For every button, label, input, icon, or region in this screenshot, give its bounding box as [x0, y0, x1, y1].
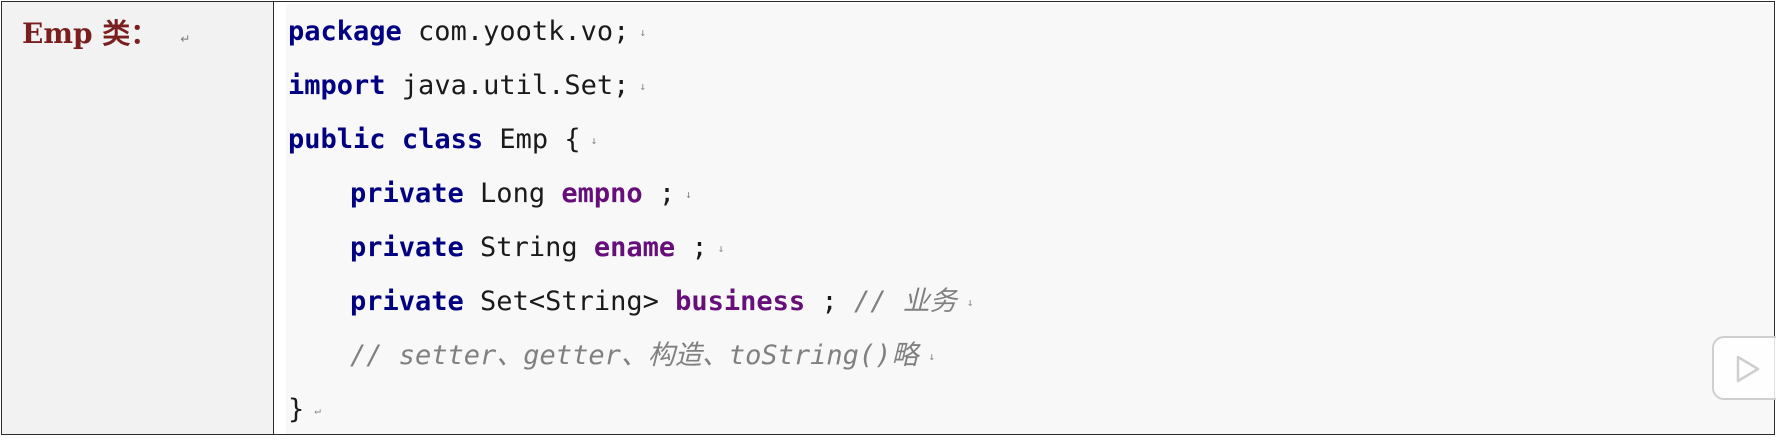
play-icon [1736, 355, 1760, 383]
keyword: private [350, 232, 464, 263]
line-mark: ↓ [966, 295, 974, 309]
keyword: private [350, 286, 464, 317]
type-text: String [463, 232, 594, 263]
code-text: java.util.Set; [385, 70, 630, 101]
field-name: ename [593, 232, 676, 263]
code-comment: // setter、getter、构造、toString()略 [350, 340, 919, 371]
line-mark: ↓ [928, 349, 936, 363]
code-comment: // 业务 [853, 286, 957, 317]
code-text: ; [642, 178, 676, 209]
line-mark: ↵ [314, 403, 321, 417]
code-text: com.yootk.vo; [401, 16, 630, 47]
code-line-import: import java.util.Set; ↓ [288, 62, 1774, 116]
code-cell: package com.yootk.vo; ↓ import java.util.… [274, 2, 1774, 434]
code-line-field-empno: private Long empno ; ↓ [288, 170, 1774, 224]
line-mark: ↓ [717, 241, 725, 255]
line-mark: ↓ [639, 25, 646, 39]
code-text: ; [675, 232, 708, 263]
line-mark: ↓ [590, 133, 598, 147]
line-mark: ↓ [639, 79, 647, 93]
code-line-comment: // setter、getter、构造、toString()略 ↓ [288, 332, 1774, 386]
type-text: Long [463, 178, 562, 209]
play-button[interactable] [1712, 336, 1776, 400]
keyword: public [288, 124, 386, 155]
code-line-field-ename: private String ename ; ↓ [288, 224, 1774, 278]
field-name: business [675, 286, 806, 317]
field-name: empno [561, 178, 643, 209]
code-line-package: package com.yootk.vo; ↓ [288, 8, 1774, 62]
label-cell: Emp 类： ↵ [2, 2, 274, 434]
code-text: Emp { [483, 124, 581, 155]
keyword: package [288, 16, 402, 47]
type-text: Set<String> [463, 286, 676, 317]
code-text: ; [805, 286, 854, 317]
keyword: private [350, 178, 464, 209]
content-table: Emp 类： ↵ package com.yootk.vo; ↓ import ja… [1, 1, 1775, 435]
code-line-class-decl: public class Emp { ↓ [288, 116, 1774, 170]
code-line-field-business: private Set<String> business ; // 业务 ↓ [288, 278, 1774, 332]
line-mark: ↓ [685, 187, 692, 201]
paragraph-mark: ↵ [180, 31, 191, 46]
keyword: class [401, 124, 484, 155]
class-label: Emp 类： [22, 17, 159, 50]
keyword: import [288, 70, 386, 101]
code-line-close-brace: } ↵ [288, 386, 1774, 440]
code-text: } [288, 394, 305, 425]
